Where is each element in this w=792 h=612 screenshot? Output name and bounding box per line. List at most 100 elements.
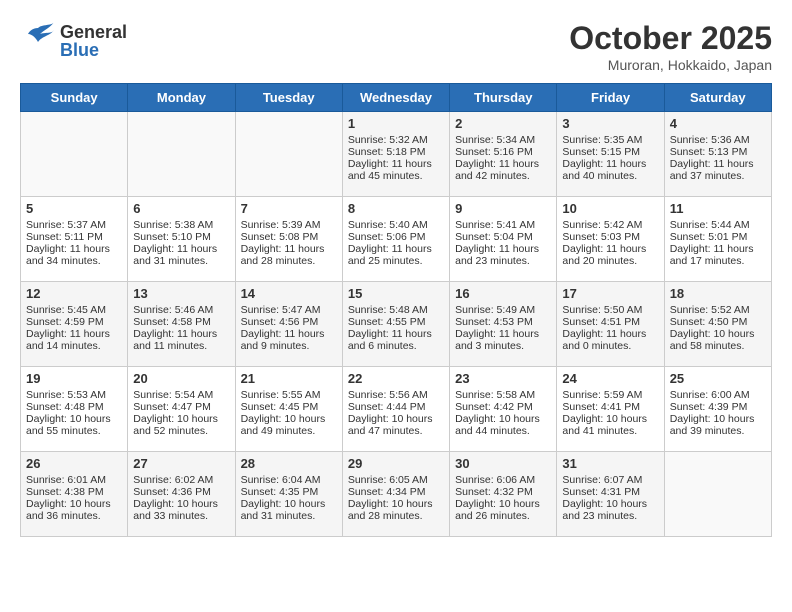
day-info: Sunset: 4:38 PM	[26, 486, 122, 498]
day-cell: 19Sunrise: 5:53 AMSunset: 4:48 PMDayligh…	[21, 367, 128, 452]
day-number: 26	[26, 456, 122, 471]
day-info: and 31 minutes.	[241, 510, 337, 522]
day-cell: 1Sunrise: 5:32 AMSunset: 5:18 PMDaylight…	[342, 112, 449, 197]
day-number: 24	[562, 371, 658, 386]
day-info: Daylight: 10 hours	[670, 328, 766, 340]
day-info: and 23 minutes.	[562, 510, 658, 522]
day-info: Sunrise: 5:47 AM	[241, 304, 337, 316]
week-row-5: 26 Sunrise: 6:01 AMSunset: 4:38 PM Dayligh…	[21, 452, 772, 537]
day-number: 19	[26, 371, 122, 386]
day-cell: 2Sunrise: 5:34 AMSunset: 5:16 PMDaylight…	[450, 112, 557, 197]
day-info: Sunset: 4:32 PM	[455, 486, 551, 498]
day-info: Daylight: 11 hours	[133, 243, 229, 255]
logo-name: General Blue	[60, 23, 127, 59]
day-info: Sunrise: 6:00 AM	[670, 389, 766, 401]
day-info: Daylight: 10 hours	[455, 413, 551, 425]
day-info: Sunset: 5:11 PM	[26, 231, 122, 243]
day-cell: 6Sunrise: 5:38 AMSunset: 5:10 PMDaylight…	[128, 197, 235, 282]
day-cell: 4Sunrise: 5:36 AMSunset: 5:13 PMDaylight…	[664, 112, 771, 197]
day-info: Sunset: 4:48 PM	[26, 401, 122, 413]
day-info: Sunrise: 5:49 AM	[455, 304, 551, 316]
day-info: Daylight: 10 hours	[562, 413, 658, 425]
day-info: and 25 minutes.	[348, 255, 444, 267]
day-cell: 11Sunrise: 5:44 AMSunset: 5:01 PMDayligh…	[664, 197, 771, 282]
day-info: Daylight: 10 hours	[26, 413, 122, 425]
day-info: Daylight: 10 hours	[670, 413, 766, 425]
day-cell: 13Sunrise: 5:46 AMSunset: 4:58 PMDayligh…	[128, 282, 235, 367]
day-info: Sunrise: 5:58 AM	[455, 389, 551, 401]
day-number: 1	[348, 116, 444, 131]
day-number: 21	[241, 371, 337, 386]
day-number: 4	[670, 116, 766, 131]
day-cell: 28Sunrise: 6:04 AMSunset: 4:35 PMDayligh…	[235, 452, 342, 537]
day-info: and 58 minutes.	[670, 340, 766, 352]
day-info: Sunrise: 5:56 AM	[348, 389, 444, 401]
day-info: Sunrise: 5:41 AM	[455, 219, 551, 231]
day-info: and 17 minutes.	[670, 255, 766, 267]
day-number: 13	[133, 286, 229, 301]
day-info: Sunset: 5:15 PM	[562, 146, 658, 158]
day-info: Sunset: 4:51 PM	[562, 316, 658, 328]
day-cell: 26Sunrise: 6:01 AMSunset: 4:38 PMDayligh…	[21, 452, 128, 537]
day-info: Sunset: 4:34 PM	[348, 486, 444, 498]
day-number: 25	[670, 371, 766, 386]
day-info: Daylight: 10 hours	[133, 498, 229, 510]
day-info: and 49 minutes.	[241, 425, 337, 437]
day-info: and 42 minutes.	[455, 170, 551, 182]
day-number: 27	[133, 456, 229, 471]
day-info: Sunset: 4:55 PM	[348, 316, 444, 328]
day-number: 20	[133, 371, 229, 386]
day-number: 17	[562, 286, 658, 301]
day-info: Daylight: 11 hours	[562, 243, 658, 255]
day-cell: 25Sunrise: 6:00 AMSunset: 4:39 PMDayligh…	[664, 367, 771, 452]
day-info: Sunset: 4:59 PM	[26, 316, 122, 328]
day-number: 16	[455, 286, 551, 301]
day-info: Sunset: 4:42 PM	[455, 401, 551, 413]
day-cell: 24Sunrise: 5:59 AMSunset: 4:41 PMDayligh…	[557, 367, 664, 452]
day-cell: 30Sunrise: 6:06 AMSunset: 4:32 PMDayligh…	[450, 452, 557, 537]
day-info: Daylight: 11 hours	[348, 158, 444, 170]
day-info: Sunset: 4:45 PM	[241, 401, 337, 413]
day-info: and 55 minutes.	[26, 425, 122, 437]
day-info: Daylight: 11 hours	[455, 158, 551, 170]
header-day-friday: Friday	[557, 84, 664, 112]
day-info: Daylight: 11 hours	[455, 243, 551, 255]
day-info: Sunrise: 5:40 AM	[348, 219, 444, 231]
day-info: Sunrise: 5:55 AM	[241, 389, 337, 401]
day-cell: 29Sunrise: 6:05 AMSunset: 4:34 PMDayligh…	[342, 452, 449, 537]
day-cell: 5Sunrise: 5:37 AMSunset: 5:11 PMDaylight…	[21, 197, 128, 282]
day-info: Sunrise: 5:42 AM	[562, 219, 658, 231]
day-number: 29	[348, 456, 444, 471]
day-info: and 0 minutes.	[562, 340, 658, 352]
day-cell: 15Sunrise: 5:48 AMSunset: 4:55 PMDayligh…	[342, 282, 449, 367]
day-info: Sunset: 5:13 PM	[670, 146, 766, 158]
day-info: Sunrise: 5:50 AM	[562, 304, 658, 316]
day-number: 15	[348, 286, 444, 301]
logo-general-text: General	[60, 23, 127, 41]
month-title: October 2025	[569, 20, 772, 57]
day-info: Sunrise: 5:35 AM	[562, 134, 658, 146]
day-info: Daylight: 10 hours	[562, 498, 658, 510]
day-info: and 47 minutes.	[348, 425, 444, 437]
day-number: 11	[670, 201, 766, 216]
day-cell	[21, 112, 128, 197]
header-day-tuesday: Tuesday	[235, 84, 342, 112]
day-cell: 31Sunrise: 6:07 AMSunset: 4:31 PMDayligh…	[557, 452, 664, 537]
day-info: and 52 minutes.	[133, 425, 229, 437]
calendar-table: SundayMondayTuesdayWednesdayThursdayFrid…	[20, 83, 772, 537]
day-info: Sunset: 5:16 PM	[455, 146, 551, 158]
day-info: Sunrise: 5:52 AM	[670, 304, 766, 316]
day-info: Daylight: 10 hours	[241, 498, 337, 510]
day-cell: 22Sunrise: 5:56 AMSunset: 4:44 PMDayligh…	[342, 367, 449, 452]
day-info: Sunrise: 5:54 AM	[133, 389, 229, 401]
day-info: and 9 minutes.	[241, 340, 337, 352]
calendar-header: SundayMondayTuesdayWednesdayThursdayFrid…	[21, 84, 772, 112]
day-info: Sunset: 5:01 PM	[670, 231, 766, 243]
day-info: Daylight: 11 hours	[670, 158, 766, 170]
day-cell: 17Sunrise: 5:50 AMSunset: 4:51 PMDayligh…	[557, 282, 664, 367]
day-cell: 12Sunrise: 5:45 AMSunset: 4:59 PMDayligh…	[21, 282, 128, 367]
day-info: Sunrise: 6:01 AM	[26, 474, 122, 486]
day-info: Sunset: 4:41 PM	[562, 401, 658, 413]
day-info: and 39 minutes.	[670, 425, 766, 437]
day-number: 14	[241, 286, 337, 301]
